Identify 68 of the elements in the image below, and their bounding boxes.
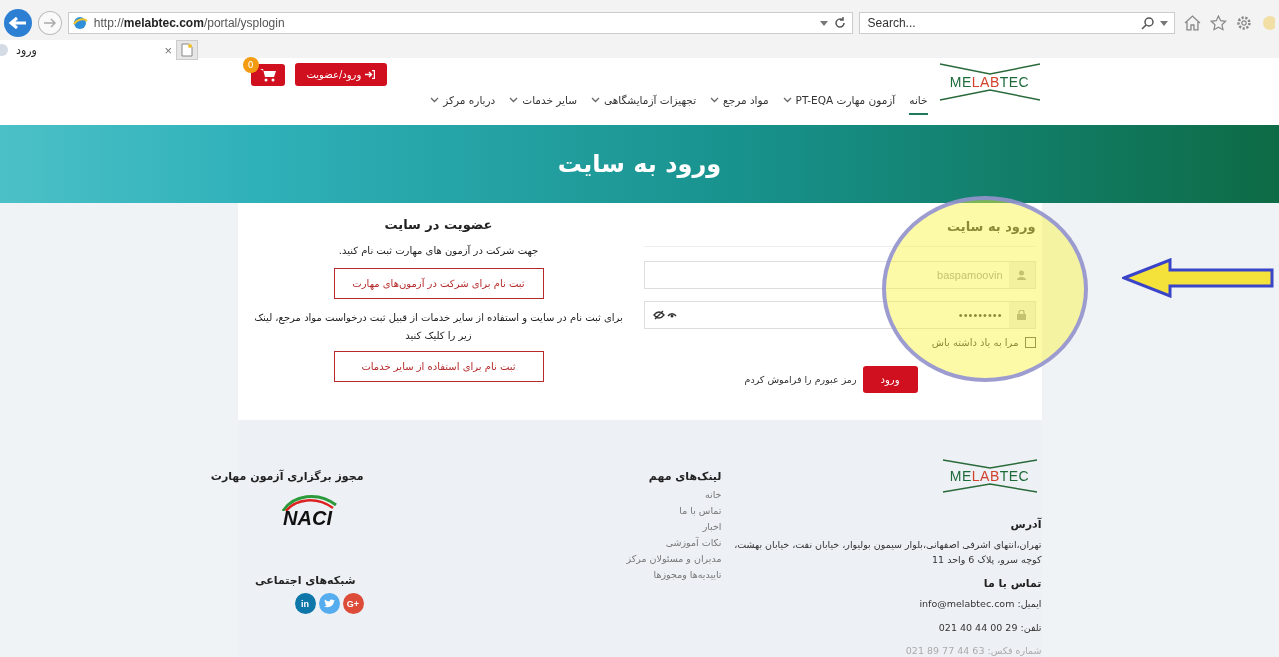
close-tab-button[interactable]: ×	[164, 42, 172, 58]
address-heading: آدرس	[1010, 518, 1042, 531]
browser-globe-icon	[71, 15, 88, 31]
nav-link[interactable]: خانه	[909, 94, 928, 115]
nav-link[interactable]: مواد مرجع	[710, 94, 769, 115]
user-icon	[1017, 270, 1026, 280]
register-title: عضویت در سایت	[384, 217, 493, 232]
footer-link[interactable]: مدیران و مسئولان مرکز	[483, 553, 722, 564]
register-text: جهت شرکت در آزمون های مهارت ثبت نام کنید.	[338, 243, 539, 259]
social-button[interactable]: G+	[342, 593, 364, 614]
nav-link[interactable]: درباره مرکز	[430, 94, 496, 115]
footer-link[interactable]: تماس با ما	[483, 505, 722, 516]
sign-in-icon	[365, 70, 376, 79]
register-text: برای ثبت نام در سایت و استفاده از سایر خدمات از قبیل ثبت درخواست مواد مرجع، لینک زیر را کلیک کنید	[253, 311, 624, 343]
footer-link[interactable]: تاییدیه‌ها ومجوزها	[483, 569, 722, 580]
login-button[interactable]: ورود	[862, 366, 918, 393]
nav-link[interactable]: آزمون مهارت PT-EQA	[782, 94, 896, 115]
cart-button[interactable]	[250, 63, 285, 86]
forward-button[interactable]	[37, 11, 62, 35]
loading-icon	[0, 44, 10, 56]
forward-arrow-icon	[42, 18, 57, 28]
settings-icon[interactable]	[1236, 15, 1253, 31]
cart-icon	[259, 67, 276, 82]
lock-icon	[1017, 310, 1026, 320]
bird-icon[interactable]	[318, 593, 340, 614]
new-tab-button[interactable]	[176, 40, 198, 60]
password-input[interactable]: •••••••••	[676, 309, 1009, 321]
home-icon[interactable]	[1184, 15, 1202, 31]
login-title: ورود به سایت	[946, 219, 1036, 234]
back-button[interactable]	[4, 9, 32, 37]
dropdown-caret-icon[interactable]	[1160, 20, 1169, 26]
address-field[interactable]: http://melabtec.com/portal/ysplogin	[67, 12, 853, 34]
star-icon[interactable]	[1210, 15, 1228, 31]
email-text: ایمیل: info@melabtec.com	[919, 597, 1042, 612]
search-field[interactable]: Search...	[858, 12, 1176, 34]
phone-text: تلفن: 29 00 44 40 021	[938, 620, 1042, 635]
melabtec-logo[interactable]: MELABTEC	[937, 62, 1042, 102]
naci-logo: NACI	[275, 491, 340, 530]
register-services-button[interactable]: ثبت نام برای استفاده از سایر خدمات	[333, 351, 544, 382]
melabtec-logo: MELABTEC	[937, 456, 1042, 496]
links-heading: لینک‌های مهم	[647, 470, 722, 483]
remember-me-label: مرا به یاد داشته باش	[931, 337, 1019, 348]
footer-link[interactable]: نکات آموزشی	[483, 537, 722, 548]
login-register-button[interactable]: ورود/عضویت	[294, 63, 388, 86]
social-heading: شبکه‌های اجتماعی	[255, 574, 356, 587]
cart-count-badge: 0	[242, 57, 259, 73]
url-text: http://melabtec.com/portal/ysplogin	[93, 16, 285, 30]
social-button[interactable]: in	[294, 593, 316, 614]
nav-link[interactable]: تجهیزات آزمایشگاهی	[591, 94, 697, 115]
remember-me-checkbox[interactable]	[1024, 337, 1036, 348]
license-heading: مجوز برگزاری آزمون مهارت	[210, 470, 364, 483]
nav-link[interactable]: سایر خدمات	[509, 94, 578, 115]
back-arrow-icon	[7, 16, 28, 30]
address-text: تهران،انتهای اشرفی اصفهانی،بلوار سیمون بولیوار، خیابان نفت، خیابان بهشت، کوچه سرو، پلاک 6 واحد 11	[733, 538, 1042, 568]
password-field[interactable]: •••••••••	[643, 301, 1036, 329]
search-icon[interactable]	[1141, 16, 1155, 30]
register-exam-button[interactable]: ثبت نام برای شرکت در آزمون‌های مهارت	[333, 268, 544, 299]
dropdown-caret-icon[interactable]	[819, 20, 828, 26]
banner-title: ورود به سایت	[557, 150, 722, 178]
contact-heading: تماس با ما	[983, 577, 1042, 591]
show-password-icon[interactable]	[652, 310, 677, 320]
footer-link[interactable]: اخبار	[483, 521, 722, 532]
new-page-icon	[181, 43, 193, 57]
refresh-icon[interactable]	[833, 17, 846, 29]
forgot-password-link[interactable]: رمز عبورم را فراموش کردم	[744, 374, 857, 385]
footer-link[interactable]: خانه	[483, 489, 722, 500]
browser-tab[interactable]: ورود ×	[0, 40, 176, 60]
fax-text: شماره فکس: 63 44 77 89 021	[905, 643, 1042, 657]
